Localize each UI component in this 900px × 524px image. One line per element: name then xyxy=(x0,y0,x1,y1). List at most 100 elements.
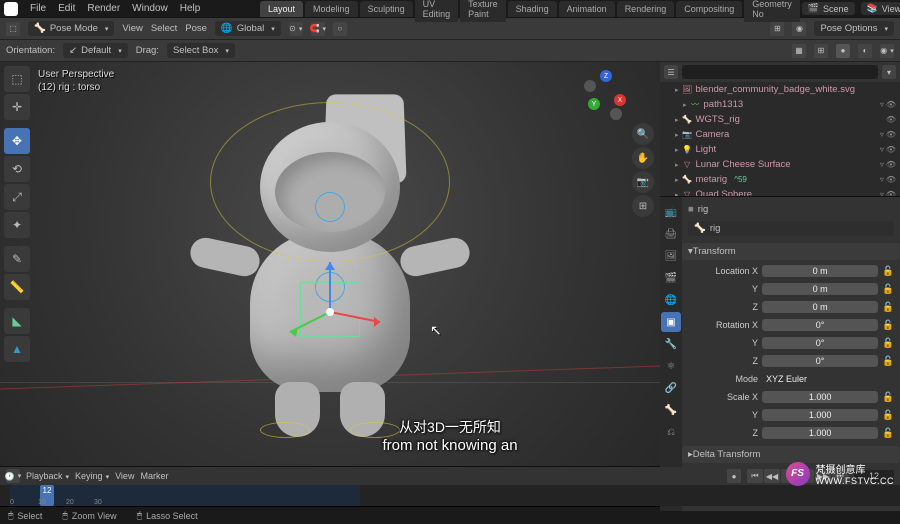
tl-playback[interactable]: Playback xyxy=(26,471,69,481)
vis-toggle-icon[interactable]: 👁 xyxy=(886,115,896,124)
tab-geo[interactable]: Geometry No xyxy=(744,0,800,22)
outliner-row[interactable]: ▸▽Lunar Cheese Surface▿👁 xyxy=(660,157,900,172)
transform-orientation[interactable]: 🌐 Global xyxy=(215,21,281,36)
autokey-icon[interactable]: ● xyxy=(727,469,741,483)
outliner-row[interactable]: ▸💡Light▿👁 xyxy=(660,142,900,157)
tool-rotate[interactable]: ⟲ xyxy=(4,156,30,182)
mode-selector[interactable]: 🦴 Pose Mode xyxy=(28,21,114,36)
timeline-type-icon[interactable]: 🕐 xyxy=(6,469,20,483)
tool-breakdowner[interactable]: ◣ xyxy=(4,308,30,334)
lock-icon[interactable]: 🔓 xyxy=(882,410,894,421)
camera-view-icon[interactable]: 📷 xyxy=(632,171,654,193)
gizmo-x-icon[interactable]: X xyxy=(614,94,626,106)
vis-toggle-icon[interactable]: ▿ xyxy=(880,100,884,109)
disclosure-icon[interactable]: ▸ xyxy=(683,101,687,109)
lock-icon[interactable]: 🔓 xyxy=(882,266,894,277)
tool-move[interactable]: ✥ xyxy=(4,128,30,154)
rot-mode-field[interactable]: XYZ Euler xyxy=(762,373,894,385)
vis-toggle-icon[interactable]: ▿ xyxy=(880,145,884,154)
pivot-dropdown[interactable]: ⊙ xyxy=(289,22,303,36)
lock-icon[interactable]: 🔓 xyxy=(882,302,894,313)
lock-icon[interactable]: 🔓 xyxy=(882,392,894,403)
gizmo-neg[interactable] xyxy=(584,80,596,92)
shading-solid-icon[interactable]: ● xyxy=(836,44,850,58)
outliner-row[interactable]: ▸▽Quad Sphere▿👁 xyxy=(660,187,900,197)
scale-x-field[interactable]: 1.000 xyxy=(762,391,878,403)
shading-wire-icon[interactable]: ⊞ xyxy=(814,44,828,58)
shading-matprev-icon[interactable]: ◐ xyxy=(858,44,872,58)
ptab-constraint[interactable]: 🔗 xyxy=(661,378,681,398)
outliner-row[interactable]: ▸🦴metarig^59▿👁 xyxy=(660,172,900,187)
outliner-row[interactable]: ▸🦴WGTS_rig👁 xyxy=(660,112,900,127)
filter-icon[interactable]: ▾ xyxy=(882,65,896,79)
tool-transform[interactable]: ✦ xyxy=(4,212,30,238)
ptab-physics[interactable]: ⚛ xyxy=(661,356,681,376)
xray-icon[interactable]: ▦ xyxy=(792,44,806,58)
gizmo-neg2[interactable] xyxy=(610,108,622,120)
tab-comp[interactable]: Compositing xyxy=(676,1,742,17)
pan-icon[interactable]: ✋ xyxy=(632,147,654,169)
menu-view[interactable]: View xyxy=(122,23,142,34)
rot-x-field[interactable]: 0° xyxy=(762,319,878,331)
outliner-row[interactable]: ▸〰path1313▿👁 xyxy=(660,97,900,112)
tl-view[interactable]: View xyxy=(115,471,134,481)
tab-shading[interactable]: Shading xyxy=(508,1,557,17)
loc-x-field[interactable]: 0 m xyxy=(762,265,878,277)
breadcrumb-item[interactable]: rig xyxy=(698,204,709,215)
outliner-search[interactable] xyxy=(682,65,878,79)
tool-annotate[interactable]: ✎ xyxy=(4,246,30,272)
vis-toggle-icon[interactable]: ▿ xyxy=(880,175,884,184)
pose-options[interactable]: Pose Options xyxy=(814,21,894,36)
proportional-edit-icon[interactable]: ○ xyxy=(333,22,347,36)
tool-cursor[interactable]: ✛ xyxy=(4,94,30,120)
lock-icon[interactable]: 🔓 xyxy=(882,428,894,439)
disclosure-icon[interactable]: ▸ xyxy=(675,161,679,169)
ptab-render[interactable]: 📺 xyxy=(661,202,681,222)
vis-toggle-icon[interactable]: 👁 xyxy=(886,175,896,184)
tab-sculpting[interactable]: Sculpting xyxy=(360,1,413,17)
ptab-data[interactable]: 🦴 xyxy=(661,400,681,420)
rot-y-field[interactable]: 0° xyxy=(762,337,878,349)
ptab-object[interactable]: ▣ xyxy=(661,312,681,332)
outliner-row[interactable]: ▸📷Camera▿👁 xyxy=(660,127,900,142)
tab-texpaint[interactable]: Texture Paint xyxy=(460,0,506,22)
shading-render-icon[interactable]: ◉ xyxy=(880,44,894,58)
lock-icon[interactable]: 🔓 xyxy=(882,356,894,367)
loc-y-field[interactable]: 0 m xyxy=(762,283,878,295)
vis-toggle-icon[interactable]: 👁 xyxy=(886,190,896,197)
lock-icon[interactable]: 🔓 xyxy=(882,338,894,349)
3d-viewport[interactable]: User Perspective (12) rig : torso ⬚ ✛ ✥ … xyxy=(0,62,660,466)
ptab-output[interactable]: 🖨 xyxy=(661,224,681,244)
tab-render[interactable]: Rendering xyxy=(617,1,675,17)
timeline-track[interactable]: 12 0 10 20 30 xyxy=(0,485,900,506)
disclosure-icon[interactable]: ▸ xyxy=(675,86,679,94)
tool-push[interactable]: ▲ xyxy=(4,336,30,362)
drag-value[interactable]: Select Box xyxy=(167,43,235,58)
ptab-world[interactable]: 🌐 xyxy=(661,290,681,310)
scene-selector[interactable]: 🎬 Scene xyxy=(802,2,855,15)
tool-measure[interactable]: 📏 xyxy=(4,274,30,300)
orientation-value[interactable]: ↙ Default xyxy=(63,43,128,58)
tl-marker[interactable]: Marker xyxy=(140,471,168,481)
ptab-modifier[interactable]: 🔧 xyxy=(661,334,681,354)
zoom-icon[interactable]: 🔍 xyxy=(632,123,654,145)
tab-layout[interactable]: Layout xyxy=(260,1,303,17)
jump-start-icon[interactable]: ⏮ xyxy=(747,469,763,483)
tab-anim[interactable]: Animation xyxy=(559,1,615,17)
rot-z-field[interactable]: 0° xyxy=(762,355,878,367)
keyframe-prev-icon[interactable]: ◀◀ xyxy=(764,469,780,483)
persp-ortho-icon[interactable]: ⊞ xyxy=(632,195,654,217)
lock-icon[interactable]: 🔓 xyxy=(882,320,894,331)
panel-transform[interactable]: ▾ Transform xyxy=(682,243,900,260)
object-name-field[interactable]: 🦴 rig xyxy=(688,221,894,236)
disclosure-icon[interactable]: ▸ xyxy=(675,116,679,124)
gizmo-toggle-icon[interactable]: ⊞ xyxy=(770,22,784,36)
overlay-toggle-icon[interactable]: ◉ xyxy=(792,22,806,36)
disclosure-icon[interactable]: ▸ xyxy=(675,131,679,139)
tool-scale[interactable]: ⤢ xyxy=(4,184,30,210)
vis-toggle-icon[interactable]: 👁 xyxy=(886,145,896,154)
gizmo-z-icon[interactable]: Z xyxy=(600,70,612,82)
vis-toggle-icon[interactable]: ▿ xyxy=(880,160,884,169)
snap-dropdown[interactable]: 🧲 xyxy=(311,22,325,36)
gizmo-y-icon[interactable]: Y xyxy=(588,98,600,110)
